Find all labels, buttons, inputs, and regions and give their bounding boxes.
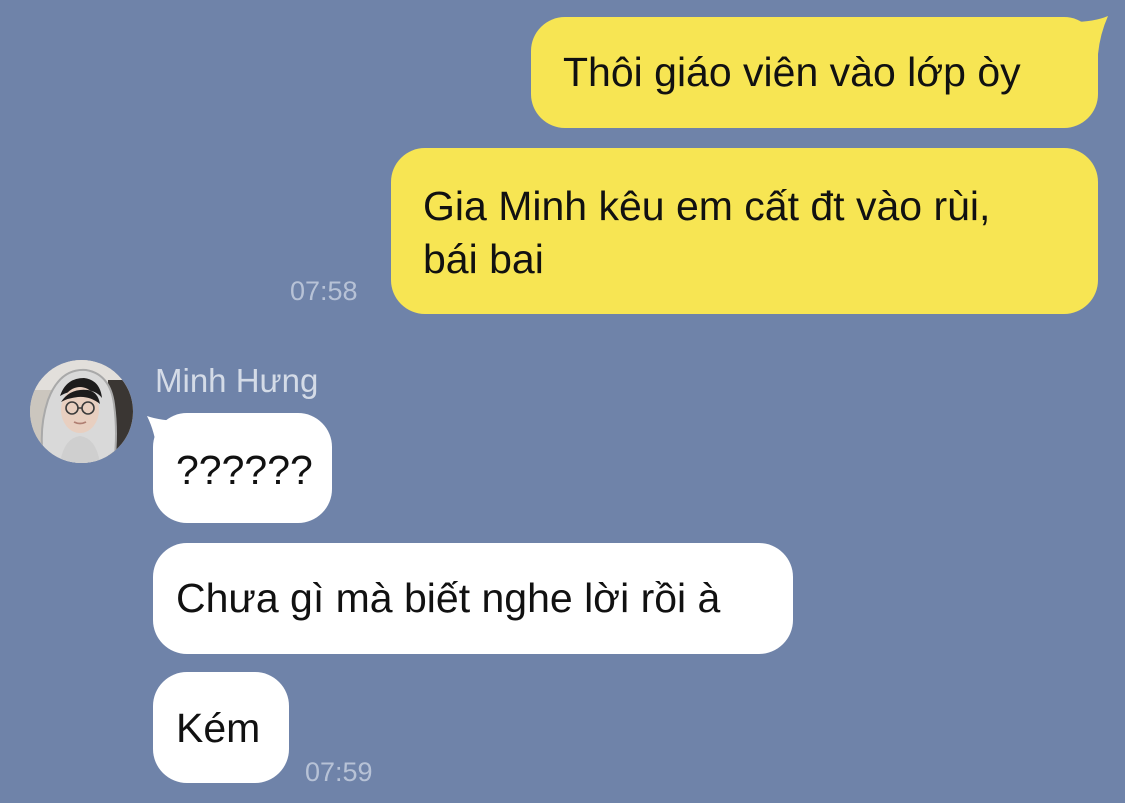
sent-message-1[interactable]: Thôi giáo viên vào lớp òy: [531, 17, 1098, 128]
bubble-tail-icon: [147, 416, 183, 452]
avatar-photo-icon: [30, 360, 133, 463]
message-text: Chưa gì mà biết nghe lời rồi à: [176, 575, 721, 621]
received-message-3[interactable]: Kém: [153, 672, 289, 783]
message-text-line-2: bái bai: [423, 236, 544, 282]
message-text-line-1: Gia Minh kêu em cất đt vào rùi,: [423, 183, 991, 229]
received-timestamp: 07:59: [305, 757, 373, 787]
message-text: Thôi giáo viên vào lớp òy: [563, 49, 1021, 95]
message-text: ??????: [176, 447, 313, 493]
bubble-tail-icon: [1072, 16, 1108, 54]
sent-timestamp: 07:58: [290, 276, 358, 306]
received-message-2[interactable]: Chưa gì mà biết nghe lời rồi à: [153, 543, 793, 654]
message-text: Kém: [176, 705, 261, 751]
contact-avatar[interactable]: [30, 360, 133, 463]
contact-name: Minh Hưng: [155, 362, 319, 399]
sent-message-2[interactable]: Gia Minh kêu em cất đt vào rùi, bái bai: [391, 148, 1098, 314]
